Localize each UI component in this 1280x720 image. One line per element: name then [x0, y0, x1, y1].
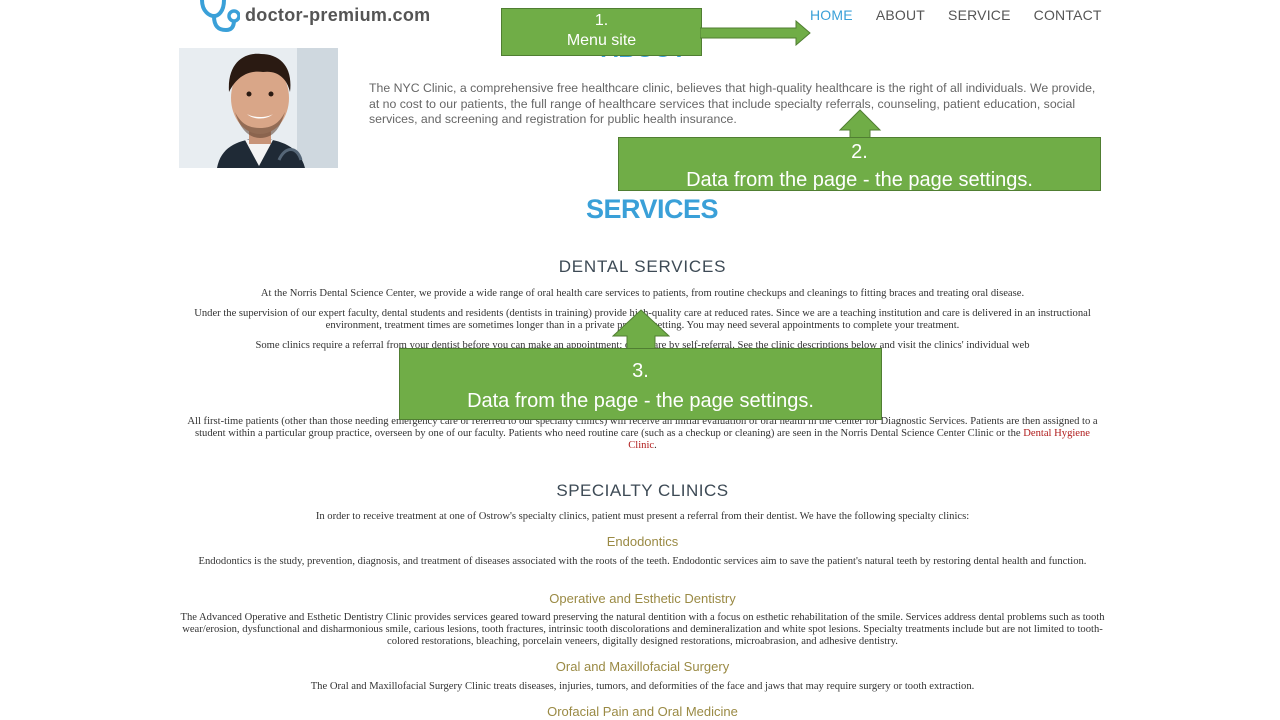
main-nav: HOME ABOUT SERVICE CONTACT: [810, 7, 1125, 23]
callout-2-number: 2.: [851, 141, 868, 163]
doctor-photo: [179, 48, 338, 168]
callout-3: 3. Data from the page - the page setting…: [399, 348, 882, 420]
callout-3-arrow-icon: [612, 309, 670, 350]
callout-1: 1. Menu site: [501, 8, 702, 56]
callout-1-arrow-icon: [700, 20, 811, 46]
services-title: SERVICES: [586, 194, 719, 224]
dental-paragraph-4: All first-time patients (other than thos…: [180, 416, 1105, 452]
operative-esthetic-heading: Operative and Esthetic Dentistry: [549, 591, 736, 606]
nav-contact[interactable]: CONTACT: [1034, 7, 1102, 23]
specialty-intro: In order to receive treatment at one of …: [315, 511, 970, 522]
dental-services-heading: DENTAL SERVICES: [558, 257, 727, 276]
operative-esthetic-text: The Advanced Operative and Esthetic Dent…: [180, 612, 1105, 647]
callout-1-text: Menu site: [566, 32, 637, 49]
nav-service[interactable]: SERVICE: [948, 7, 1011, 23]
nav-home[interactable]: HOME: [810, 7, 853, 23]
callout-1-number: 1.: [594, 12, 609, 29]
oral-maxillofacial-text: The Oral and Maxillofacial Surgery Clini…: [310, 681, 975, 692]
callout-3-text: Data from the page - the page settings.: [467, 390, 814, 412]
callout-2: 2. Data from the page - the page setting…: [618, 137, 1101, 191]
specialty-clinics-heading: SPECIALTY CLINICS: [556, 481, 729, 500]
stethoscope-logo-icon: [200, 0, 240, 33]
site-logo-text[interactable]: doctor-premium.com: [245, 5, 430, 26]
orofacial-pain-heading: Orofacial Pain and Oral Medicine: [547, 704, 738, 719]
endodontics-heading: Endodontics: [606, 534, 679, 549]
callout-2-text: Data from the page - the page settings.: [686, 169, 1033, 191]
nav-about[interactable]: ABOUT: [876, 7, 925, 23]
about-text: The NYC Clinic, a comprehensive free hea…: [369, 81, 1096, 126]
callout-3-number: 3.: [632, 360, 649, 382]
endodontics-text: Endodontics is the study, prevention, di…: [198, 556, 1087, 567]
oral-maxillofacial-heading: Oral and Maxillofacial Surgery: [555, 659, 730, 674]
dental-paragraph-4-end: .: [654, 440, 657, 451]
dental-paragraph-1: At the Norris Dental Science Center, we …: [260, 288, 1025, 299]
callout-2-arrow-icon: [838, 109, 882, 139]
